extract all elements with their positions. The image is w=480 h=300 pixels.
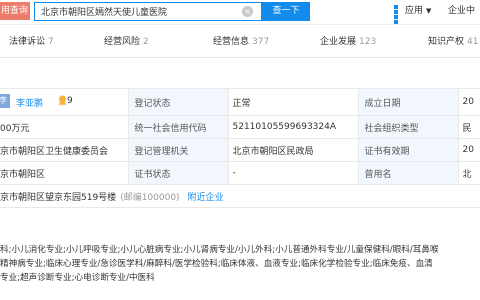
field-value: 20 [457,138,480,162]
field-value: 北京市朝阳区民政局 [227,138,359,162]
tab-label: 经营风险 [104,37,141,47]
field-label: 统一社会信用代码 [127,115,229,139]
tab-label: 知识产权 [428,37,465,47]
address-value: 京市朝阳区望京东园519号楼 [0,192,117,203]
field-value: 京市朝阳区卫生健康委员会 [0,138,129,162]
table-row: 京市朝阳区 证书状态 - 曾用名 北 [0,161,480,185]
field-value: 00万元 [0,115,129,139]
chevron-down-icon: ▼ [426,7,432,15]
legal-rep-cell: 李 李亚鹏 9 [0,88,129,116]
search-input[interactable] [41,3,231,20]
field-label: 成立日期 [357,88,459,116]
tab-count: 123 [359,37,377,47]
tab-legal[interactable]: 法律诉讼 7 [9,34,54,47]
avatar: 李 [0,94,10,108]
app-menu[interactable]: 应用 ▼ [394,4,432,24]
app-grid-icon [394,5,403,24]
search-button[interactable]: 查一下 [262,2,310,21]
scope-line: 精神病专业;临床心理专业/急诊医学科/麻醉科/医学检验科;临床体液、血液专业;临… [0,259,433,269]
tab-count: 41 [467,37,479,47]
field-value: 北 [457,161,480,185]
top-bar: 用查询 × 查一下 应用▼ 企业中 [0,0,480,24]
tab-business-info[interactable]: 经营信息 377 [213,34,269,47]
scope-line: 专业;超声诊断专业;心电诊断专业/中医科 [0,273,155,283]
field-value: 52110105599693324A [227,115,359,139]
clear-icon[interactable]: × [242,6,253,17]
tab-risk[interactable]: 经营风险 2 [104,34,149,47]
divider [0,57,480,58]
field-label: 曾用名 [357,161,459,185]
field-value: 京市朝阳区 [0,161,129,185]
table-row: 京市朝阳区望京东园519号楼 (邮编100000) 附近企业 [0,184,480,208]
field-label: 登记管理机关 [127,138,229,162]
tab-count: 7 [48,37,54,47]
field-label: 证书状态 [127,161,229,185]
field-value: 正常 [227,88,359,116]
tab-label: 法律诉讼 [9,37,46,47]
search-box: × [34,2,262,21]
field-label: 登记状态 [127,88,229,116]
tab-ip[interactable]: 知识产权 41 [428,34,478,47]
field-label: 证书有效期 [357,138,459,162]
registration-info-table: 李 李亚鹏 9 登记状态 正常 成立日期 20 00万元 统一社会信用代码 52… [0,88,480,208]
address-cell: 京市朝阳区望京东园519号楼 (邮编100000) 附近企业 [0,184,480,208]
rep-company-count[interactable]: 9 [67,96,73,106]
field-value: 20 [457,88,480,116]
tab-development[interactable]: 企业发展 123 [320,34,376,47]
scope-line: 科;小儿消化专业;小儿呼吸专业;小儿心脏病专业;小儿肾病专业/小儿外科;小儿普通… [0,245,439,255]
tab-label: 经营信息 [213,37,250,47]
tab-count: 377 [252,37,270,47]
field-value: 民 [457,115,480,139]
field-value: - [227,161,359,185]
tab-bar: 法律诉讼 7 经营风险 2 经营信息 377 企业发展 123 知识产权 41 [0,25,480,57]
brand-logo-fragment[interactable]: 用查询 [0,2,30,20]
table-row: 京市朝阳区卫生健康委员会 登记管理机关 北京市朝阳区民政局 证书有效期 20 [0,138,480,162]
business-scope-text: 科;小儿消化专业;小儿呼吸专业;小儿心脏病专业;小儿肾病专业/小儿外科;小儿普通… [0,243,480,300]
postcode: (邮编100000) [120,192,180,203]
table-row: 00万元 统一社会信用代码 52110105599693324A 社会组织类型 … [0,115,480,139]
legal-rep-link[interactable]: 李亚鹏 [16,96,43,109]
table-row: 李 李亚鹏 9 登记状态 正常 成立日期 20 [0,88,480,116]
tab-label: 企业发展 [320,37,357,47]
org-menu[interactable]: 企业中 [448,4,475,19]
app-menu-label: 应用 [405,6,424,16]
tab-count: 2 [143,37,149,47]
nearby-companies-link[interactable]: 附近企业 [188,193,224,203]
field-label: 社会组织类型 [357,115,459,139]
